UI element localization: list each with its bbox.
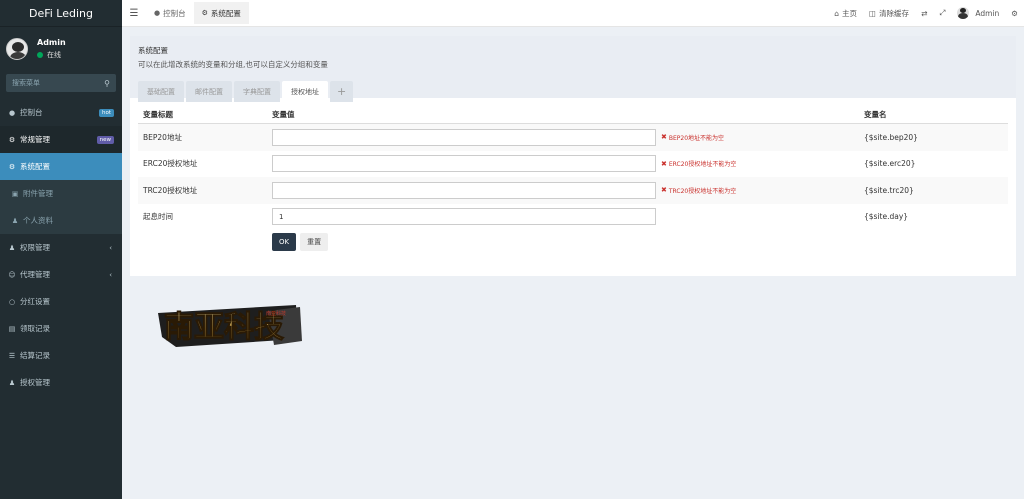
sidebar-item-dividends[interactable]: ○ 分红设置 [0, 288, 122, 315]
tab-auth-address[interactable]: 授权地址 [282, 81, 328, 102]
tab-basic-config[interactable]: 基础配置 [138, 81, 184, 102]
sidebar-menu: ● 控制台 hot ⚙ 常规管理 new ⚙ 系统配置 ▣ 附件管理 ♟ 个人资… [0, 99, 122, 396]
trash-icon: ◫ [868, 8, 877, 18]
settings-icon[interactable]: ⚙ [1005, 9, 1024, 18]
search-icon[interactable]: ⚲ [104, 79, 110, 88]
config-tabs: 基础配置 邮件配置 字典配置 授权地址 + [138, 81, 1008, 102]
user-circle-icon: ☺ [8, 270, 16, 279]
company-logo: 南亚科技 南亚科技 [156, 299, 302, 351]
fullscreen-icon[interactable]: ⤢ [933, 8, 951, 18]
logo-subtext: 南亚科技 [266, 310, 286, 317]
list-icon: ☰ [8, 351, 16, 360]
circle-icon: ○ [8, 297, 16, 306]
ok-button[interactable]: OK [272, 233, 297, 251]
sidebar-search: ⚲ [6, 74, 116, 92]
topbar: ☰ ● 控制台 ⚙ 系统配置 ⌂ 主页 ◫ 清除缓存 ⇄ ⤢ Admin ⚙ [122, 0, 1024, 27]
brand-logo[interactable]: DeFi Leding [0, 0, 122, 27]
sidebar-item-dashboard[interactable]: ● 控制台 hot [0, 99, 122, 126]
group-icon: ♟ [8, 243, 16, 252]
search-input[interactable] [12, 79, 92, 87]
home-link[interactable]: ⌂ 主页 [828, 8, 863, 19]
home-icon: ⌂ [834, 8, 839, 18]
sidebar: DeFi Leding Admin 在线 ⚲ ● 控制台 hot ⚙ 常规管理 … [0, 0, 122, 499]
table-row: ERC20授权地址 ✖ ERC20授权地址不能为空 {$site.erc20} [138, 151, 1008, 178]
error-message: ✖ BEP20地址不能为空 [661, 133, 725, 142]
admin-menu[interactable]: Admin [951, 7, 1005, 19]
erc20-address-input[interactable] [272, 155, 656, 173]
sidebar-item-settlements[interactable]: ☰ 结算记录 [0, 342, 122, 369]
online-dot-icon [37, 52, 43, 58]
table-row: BEP20地址 ✖ BEP20地址不能为空 {$site.bep20} [138, 124, 1008, 151]
sidebar-item-agents[interactable]: ☺ 代理管理 ‹ [0, 261, 122, 288]
error-icon: ✖ [661, 159, 667, 168]
interest-start-input[interactable] [272, 208, 656, 226]
trc20-address-input[interactable] [272, 181, 656, 199]
users-icon: ♟ [8, 378, 16, 387]
translate-icon[interactable]: ⇄ [915, 9, 933, 18]
config-panel: 系统配置 可以在此增改系统的变量和分组,也可以自定义分组和变量 基础配置 邮件配… [130, 36, 1016, 276]
sidebar-item-authorization[interactable]: ♟ 授权管理 [0, 369, 122, 396]
user-panel: Admin 在线 [0, 31, 122, 67]
gear-icon: ⚙ [201, 9, 208, 17]
table-row: 起息时间 {$site.day} [138, 204, 1008, 231]
gears-icon: ⚙ [8, 135, 16, 144]
chevron-left-icon: ‹ [109, 270, 112, 279]
tab-dashboard[interactable]: ● 控制台 [146, 2, 194, 24]
error-icon: ✖ [661, 133, 667, 142]
error-message: ✖ ERC20授权地址不能为空 [661, 159, 737, 169]
sidebar-item-claims[interactable]: ▤ 领取记录 [0, 315, 122, 342]
sidebar-item-general[interactable]: ⚙ 常规管理 new [0, 126, 122, 153]
error-message: ✖ TRC20授权地址不能为空 [661, 186, 737, 195]
hot-badge: hot [98, 108, 114, 117]
page-description: 可以在此增改系统的变量和分组,也可以自定义分组和变量 [138, 60, 328, 69]
table-row: TRC20授权地址 ✖ TRC20授权地址不能为空 {$site.trc20} [138, 177, 1008, 204]
chart-icon: ▤ [8, 324, 16, 333]
avatar [957, 7, 970, 19]
add-tab-button[interactable]: + [330, 81, 354, 102]
logo-graphic: 南亚科技 南亚科技 [158, 305, 302, 347]
bep20-address-input[interactable] [272, 128, 656, 146]
sidebar-item-profile[interactable]: ♟ 个人资料 [0, 207, 122, 234]
file-icon: ▣ [11, 189, 19, 198]
chevron-left-icon: ‹ [109, 243, 112, 252]
sidebar-item-system-config[interactable]: ⚙ 系统配置 [0, 153, 122, 180]
user-status: 在线 [37, 50, 66, 60]
avatar [6, 38, 28, 60]
new-badge: new [96, 135, 114, 144]
sidebar-item-permissions[interactable]: ♟ 权限管理 ‹ [0, 234, 122, 261]
menu-toggle-icon[interactable]: ☰ [122, 8, 146, 19]
reset-button[interactable]: 重置 [300, 233, 329, 251]
user-icon: ♟ [11, 216, 19, 225]
clear-cache-button[interactable]: ◫ 清除缓存 [863, 8, 915, 19]
gear-icon: ⚙ [8, 162, 16, 171]
error-icon: ✖ [661, 186, 667, 195]
dashboard-icon: ● [8, 108, 16, 117]
form-actions: OK 重置 [138, 233, 1008, 251]
table-header: 变量标题 变量值 变量名 [138, 106, 1008, 124]
user-name: Admin [37, 38, 66, 47]
tab-email-config[interactable]: 邮件配置 [186, 81, 232, 102]
tab-system-config[interactable]: ⚙ 系统配置 [193, 2, 249, 24]
dashboard-icon: ● [154, 9, 161, 17]
page-title: 系统配置 [138, 46, 168, 55]
config-table: 变量标题 变量值 变量名 BEP20地址 ✖ BEP20地址不能为空 {$site… [138, 106, 1008, 251]
tab-dictionary-config[interactable]: 字典配置 [234, 81, 280, 102]
sidebar-item-attachments[interactable]: ▣ 附件管理 [0, 180, 122, 207]
panel-header: 系统配置 可以在此增改系统的变量和分组,也可以自定义分组和变量 基础配置 邮件配… [130, 36, 1016, 102]
